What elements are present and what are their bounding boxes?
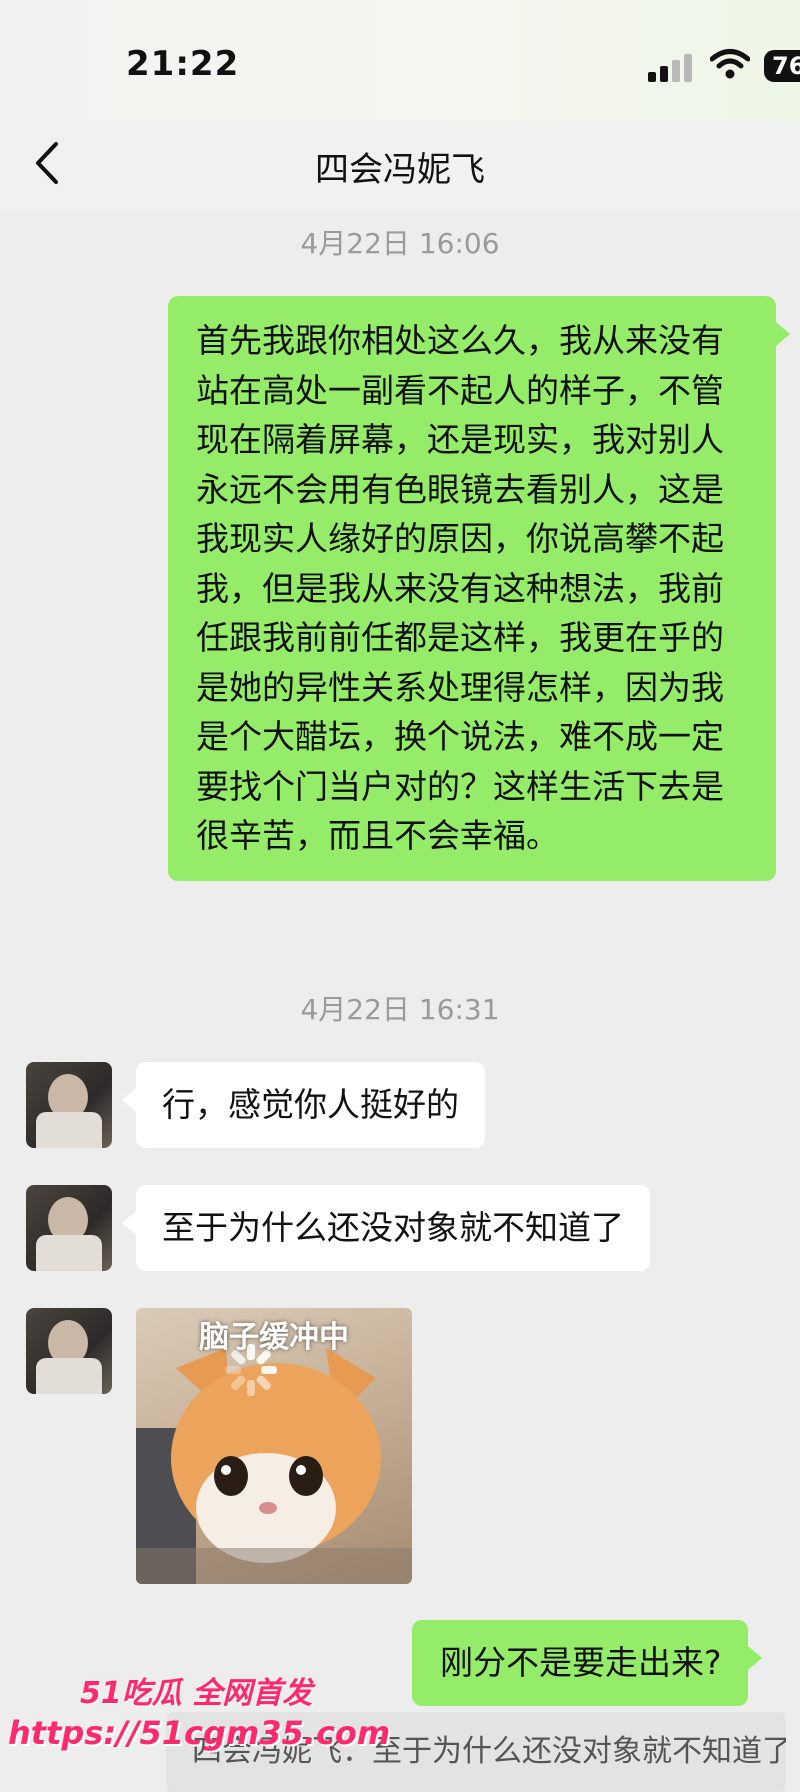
timestamp: 4月22日 16:31: [300, 993, 500, 1026]
status-bar: 21:22 76: [0, 0, 800, 120]
chat-title: 四会冯妮飞: [315, 150, 485, 190]
signal-icon: [648, 52, 694, 82]
chat-header: 四会冯妮飞: [0, 120, 800, 210]
avatar[interactable]: [26, 1185, 112, 1271]
timestamp: 4月22日 16:06: [300, 227, 500, 260]
cat-sticker[interactable]: 脑子缓冲中: [136, 1308, 412, 1584]
sent-message-bubble[interactable]: 刚分不是要走出来?: [412, 1620, 762, 1706]
sent-message-bubble[interactable]: 首先我跟你相处这么久，我从来没有站在高处一副看不起人的样子，不管现在隔着屏幕，还…: [168, 296, 790, 881]
avatar[interactable]: [26, 1062, 112, 1148]
battery-icon: 76: [764, 50, 800, 82]
sticker-caption: 脑子缓冲中: [199, 1320, 349, 1355]
watermark-brand: 51吃瓜 全网首发: [80, 1676, 313, 1711]
wifi-icon: [710, 49, 750, 79]
status-time: 21:22: [126, 44, 240, 84]
received-message-bubble[interactable]: 至于为什么还没对象就不知道了: [122, 1185, 650, 1271]
avatar[interactable]: [26, 1308, 112, 1394]
received-message-bubble[interactable]: 行，感觉你人挺好的: [122, 1062, 485, 1148]
watermark-url: https://51cgm35.com: [8, 1714, 391, 1752]
